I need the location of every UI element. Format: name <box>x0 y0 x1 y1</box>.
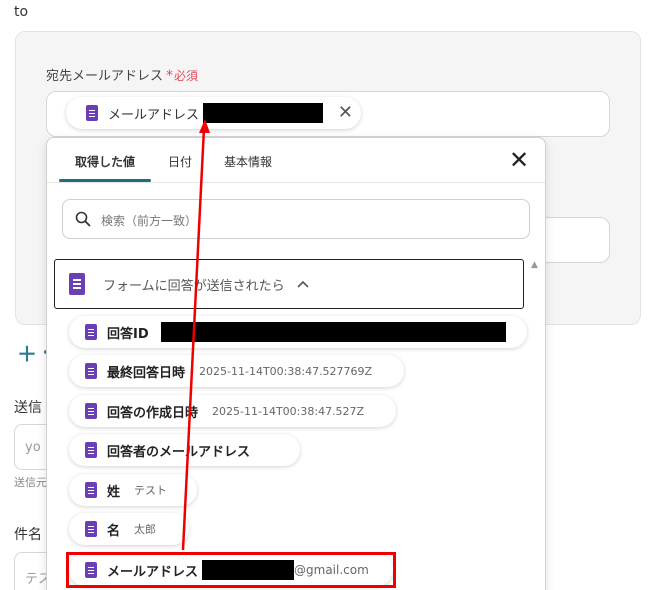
required-star: * <box>166 68 174 84</box>
item-value: 太郎 <box>134 523 157 536</box>
list-item-first-name[interactable]: 名 太郎 <box>69 513 189 545</box>
active-tab-indicator <box>59 179 151 182</box>
sender-hint: 送信元 <box>14 476 47 489</box>
list-item-response-created-time[interactable]: 回答の作成日時 2025-11-14T00:38:47.527Z <box>69 395 396 427</box>
form-icon <box>85 442 97 458</box>
form-icon <box>85 521 97 537</box>
redacted-block <box>203 103 324 123</box>
annotation-highlight-box <box>66 552 396 588</box>
item-label: 回答者のメールアドレス <box>107 444 251 460</box>
tab-bar: 取得した値 日付 基本情報 ✕ <box>47 138 545 183</box>
subject-label: 件名 <box>14 527 42 543</box>
item-value: 2025-11-14T00:38:47.527Z <box>212 404 365 418</box>
list-item-last-response-time[interactable]: 最終回答日時 2025-11-14T00:38:47.527769Z <box>69 355 404 387</box>
recipient-label-text: 宛先メールアドレス <box>46 69 164 84</box>
tab-basic-info[interactable]: 基本情報 <box>224 153 272 170</box>
recipient-field-label: 宛先メールアドレス *必須 <box>46 65 198 84</box>
group-header-form-submitted[interactable]: フォームに回答が送信されたら <box>54 259 524 309</box>
list-item-respondent-email[interactable]: 回答者のメールアドレス <box>69 434 300 466</box>
recipient-value-chip[interactable]: メールアドレス ✕ <box>66 97 361 129</box>
form-icon <box>85 482 97 498</box>
section-label-to: to <box>14 4 29 20</box>
item-value: 2025-11-14T00:38:47.527769Z <box>199 364 373 378</box>
form-icon <box>85 363 97 379</box>
list-item-response-id[interactable]: 回答ID <box>69 316 527 348</box>
item-label: 名 <box>107 523 121 539</box>
form-icon <box>69 273 85 295</box>
sender-label: 送信 <box>14 400 42 416</box>
item-label: 姓 <box>107 484 121 500</box>
search-icon <box>75 211 91 227</box>
list-item-last-name[interactable]: 姓 テスト <box>69 474 197 506</box>
add-icon[interactable]: ＋ <box>17 338 37 367</box>
item-label: 回答の作成日時 <box>107 405 199 421</box>
tab-retrieved-values[interactable]: 取得した値 <box>75 153 135 170</box>
redacted-block <box>160 322 506 342</box>
search-input[interactable]: 検索（前方一致） <box>62 199 530 239</box>
search-placeholder: 検索（前方一致） <box>101 214 198 228</box>
item-value: テスト <box>134 484 168 497</box>
scroll-up-arrow-icon[interactable]: ▲ <box>531 260 538 270</box>
chevron-up-icon <box>297 280 309 288</box>
form-icon <box>85 403 97 419</box>
required-badge: 必須 <box>174 69 199 83</box>
close-icon[interactable]: ✕ <box>509 146 529 174</box>
tab-date[interactable]: 日付 <box>168 153 192 170</box>
form-icon <box>85 324 97 340</box>
group-title: フォームに回答が送信されたら <box>103 278 285 294</box>
item-label: 最終回答日時 <box>107 365 186 381</box>
chip-remove-icon[interactable]: ✕ <box>338 102 353 124</box>
item-label: 回答ID <box>107 326 149 342</box>
chip-label: メールアドレス <box>108 107 200 123</box>
form-icon <box>86 105 98 121</box>
